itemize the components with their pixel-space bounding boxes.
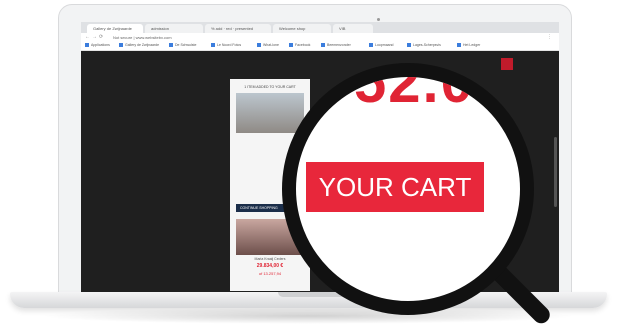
bookmark-item[interactable]: What-lone [257,43,279,47]
laptop-shadow [40,308,577,324]
browser-tab[interactable]: admission [145,24,203,33]
browser-tab-bar: Gallery de Zwijnaarde admission % add · … [81,22,559,33]
browser-tab[interactable]: % add · red · presented [205,24,271,33]
page-scrollbar[interactable] [554,137,557,207]
bookmark-item[interactable]: Beemenzonder [321,43,351,47]
browser-tab[interactable]: Welcome shop [273,24,331,33]
product-price-sub: of 13.257,94 [258,271,282,276]
bookmark-item[interactable]: De Schwulste [169,43,196,47]
bookmark-item[interactable]: Gallery de Zwijnaarde [119,43,159,47]
bookmark-item[interactable]: Applications [85,43,110,47]
browser-tab[interactable]: VIB [333,24,373,33]
forward-icon[interactable]: → [92,34,97,40]
your-cart-button[interactable]: YOUR CART [306,162,484,212]
product-label: Maria Kraaij Ceders [254,257,286,261]
modal-title: 1 ITEM ADDED TO YOUR CART [244,85,296,89]
bookmark-item[interactable]: Facebook [289,43,310,47]
reload-icon[interactable]: ⟳ [99,34,103,40]
product-image [236,93,304,133]
menu-icon[interactable]: ⋮ [547,34,552,40]
magnifier-lens: 52.0 YOUR CART [282,63,534,315]
bookmark-item[interactable]: Lages-Scherpsvis [407,43,441,47]
bookmark-item[interactable]: Loopmaand [369,43,394,47]
camera-dot [377,18,380,21]
bookmark-item[interactable]: Het Ledger [457,43,480,47]
product-price: 29.834,00 € [256,263,284,269]
site-logo [501,58,513,70]
browser-tab[interactable]: Gallery de Zwijnaarde [87,24,143,33]
back-icon[interactable]: ← [85,34,90,40]
url-text: Not secure | www.websitebx.com [113,35,172,40]
bookmark-item[interactable]: Le Noord Fotos [211,43,241,47]
bookmarks-bar: Applications Gallery de Zwijnaarde De Sc… [81,42,559,51]
